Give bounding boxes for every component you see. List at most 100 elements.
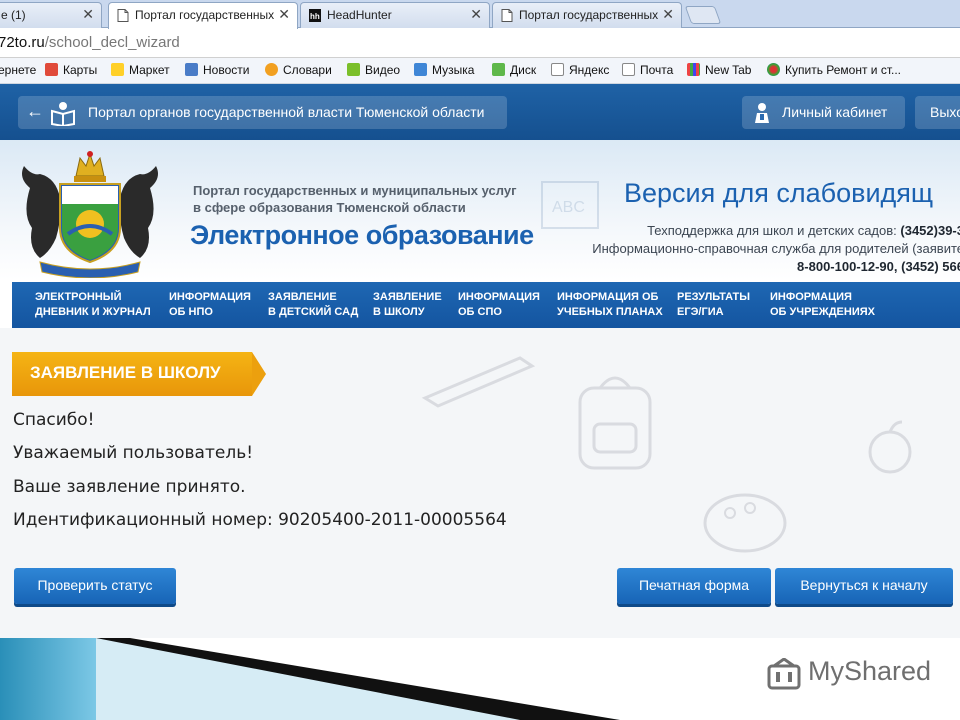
tab-title: Портал государственных xyxy=(135,8,275,22)
cabinet-label: Личный кабинет xyxy=(782,104,888,120)
browser-tab-bar: е (1) ✕ Портал государственных ✕ hh Head… xyxy=(0,0,960,29)
user-icon xyxy=(755,103,769,123)
disk-icon xyxy=(492,63,505,76)
low-vision-link[interactable]: Версия для слабовидящ xyxy=(624,178,933,209)
portal-title: Портал органов государственной власти Тю… xyxy=(88,104,485,120)
nav-label: ДНЕВНИК И ЖУРНАЛ xyxy=(35,306,151,318)
main-content: ЗАЯВЛЕНИЕ В ШКОЛУ Спасибо! Уважаемый пол… xyxy=(0,328,960,638)
nav-label: ЭЛЕКТРОННЫЙ xyxy=(35,291,122,303)
arrow-left-icon: ← xyxy=(26,101,44,121)
close-icon[interactable]: ✕ xyxy=(470,6,482,23)
tab-title: Портал государственных xyxy=(519,8,659,22)
check-status-button[interactable]: Проверить статус xyxy=(14,568,176,604)
nav-label: ИНФОРМАЦИЯ xyxy=(458,291,540,303)
bookmark-label: ернете xyxy=(0,63,37,77)
video-icon xyxy=(347,63,360,76)
exit-label: Выхо xyxy=(930,104,960,120)
exit-button[interactable]: Выхо xyxy=(915,96,960,129)
news-icon xyxy=(185,63,198,76)
nav-label: В ШКОЛУ xyxy=(373,306,425,318)
bookmark-label: Маркет xyxy=(129,63,170,77)
portal-home-link[interactable]: ← Портал органов государственной власти … xyxy=(18,96,507,129)
bookmark-music[interactable]: Музыка xyxy=(414,63,474,77)
back-to-start-button[interactable]: Вернуться к началу xyxy=(775,568,953,604)
browser-tab[interactable]: е (1) ✕ xyxy=(0,2,102,28)
thanks-text: Спасибо! xyxy=(13,410,95,430)
myshared-logo-icon xyxy=(767,658,801,690)
nav-item-exam-results[interactable]: РЕЗУЛЬТАТЫ ЕГЭ/ГИА xyxy=(677,290,750,320)
support-info: Техподдержка для школ и детских садов: (… xyxy=(592,222,960,276)
nav-label: ИНФОРМАЦИЯ xyxy=(169,291,251,303)
nav-item-curricula-info[interactable]: ИНФОРМАЦИЯ ОБ УЧЕБНЫХ ПЛАНАХ xyxy=(557,290,663,320)
site-header: ABC Портал государственных и муниципальн… xyxy=(0,140,960,280)
nav-item-institutions-info[interactable]: ИНФОРМАЦИЯ ОБ УЧРЕЖДЕНИЯХ xyxy=(770,290,875,320)
bookmark-internet[interactable]: ернете xyxy=(0,63,36,77)
nav-label: ОБ НПО xyxy=(169,306,213,318)
site-subtitle: Портал государственных и муниципальных у… xyxy=(193,182,517,216)
market-icon xyxy=(111,63,124,76)
nav-item-kindergarten-application[interactable]: ЗАЯВЛЕНИЕ В ДЕТСКИЙ САД xyxy=(268,290,358,320)
support-line: Информационно-справочная служба для роди… xyxy=(592,241,960,256)
bookmark-market[interactable]: Маркет xyxy=(111,63,170,77)
close-icon[interactable]: ✕ xyxy=(82,6,94,23)
bookmark-news[interactable]: Новости xyxy=(185,63,249,77)
nav-label: ЗАЯВЛЕНИЕ xyxy=(268,291,337,303)
nav-label: ИНФОРМАЦИЯ xyxy=(770,291,852,303)
browser-tab[interactable]: hh HeadHunter ✕ xyxy=(300,2,490,28)
browser-tab-active[interactable]: Портал государственных ✕ xyxy=(108,2,298,29)
site-brand-title[interactable]: Электронное образование xyxy=(190,220,534,251)
decorative-swoosh xyxy=(0,638,620,720)
print-form-button[interactable]: Печатная форма xyxy=(617,568,771,604)
url-host: 72to.ru xyxy=(0,34,45,51)
nav-label: УЧЕБНЫХ ПЛАНАХ xyxy=(557,306,663,318)
nav-item-school-application[interactable]: ЗАЯВЛЕНИЕ В ШКОЛУ xyxy=(373,290,442,320)
greeting-text: Уважаемый пользователь! xyxy=(13,443,254,463)
pencil-doodle-icon xyxy=(421,356,536,408)
close-icon[interactable]: ✕ xyxy=(662,6,674,23)
section-heading: ЗАЯВЛЕНИЕ В ШКОЛУ xyxy=(12,352,266,396)
browser-tab[interactable]: Портал государственных ✕ xyxy=(492,2,682,28)
close-icon[interactable]: ✕ xyxy=(278,6,290,23)
bookmark-label: New Tab xyxy=(705,63,752,77)
nav-label: ОБ СПО xyxy=(458,306,502,318)
page-icon xyxy=(551,63,564,76)
bookmark-disk[interactable]: Диск xyxy=(492,63,536,77)
bookmarks-bar: ернете Карты Маркет Новости Словари Виде… xyxy=(0,58,960,84)
bookmark-new-tab[interactable]: New Tab xyxy=(687,63,751,77)
new-tab-button[interactable] xyxy=(684,6,722,24)
bookmark-buy-repair[interactable]: Купить Ремонт и ст... xyxy=(767,63,901,77)
bookmark-maps[interactable]: Карты xyxy=(45,63,97,77)
bookmark-label: Карты xyxy=(63,63,98,77)
url-text[interactable]: 72to.ru/school_decl_wizard xyxy=(0,34,180,51)
personal-cabinet-button[interactable]: Личный кабинет xyxy=(742,96,905,129)
cluster-icon xyxy=(767,63,780,76)
nav-label: В ДЕТСКИЙ САД xyxy=(268,306,359,318)
nav-label: ОБ УЧРЕЖДЕНИЯХ xyxy=(770,306,875,318)
bookmark-yandex[interactable]: Яндекс xyxy=(551,63,609,77)
application-accepted-text: Ваше заявление принято. xyxy=(13,477,246,497)
url-path: /school_decl_wizard xyxy=(44,34,180,51)
bookmark-label: Видео xyxy=(365,63,401,77)
tab-title: HeadHunter xyxy=(327,8,392,22)
nav-label: ЗАЯВЛЕНИЕ xyxy=(373,291,442,303)
svg-text:hh: hh xyxy=(310,12,320,21)
apple-doodle-icon xyxy=(868,420,912,474)
bookmark-video[interactable]: Видео xyxy=(347,63,400,77)
support-phone: (3452)39-3 xyxy=(900,223,960,238)
site-subtitle-line: Портал государственных и муниципальных у… xyxy=(193,183,517,198)
page-icon xyxy=(117,9,129,22)
nav-item-electronic-diary[interactable]: ЭЛЕКТРОННЫЙ ДНЕВНИК И ЖУРНАЛ xyxy=(35,290,151,320)
coat-of-arms-logo[interactable] xyxy=(10,148,170,278)
bookmark-dictionaries[interactable]: Словари xyxy=(265,63,332,77)
bookmark-label: Словари xyxy=(283,63,332,77)
slide-footer: MyShared xyxy=(0,638,960,720)
address-bar[interactable]: 72to.ru/school_decl_wizard xyxy=(0,28,960,58)
bookmark-label: Новости xyxy=(203,63,250,77)
svg-text:ABC: ABC xyxy=(552,199,585,216)
bookmark-mail[interactable]: Почта xyxy=(622,63,673,77)
nav-item-npo-info[interactable]: ИНФОРМАЦИЯ ОБ НПО xyxy=(169,290,251,320)
book-icon xyxy=(51,102,75,126)
portal-top-bar: ← Портал органов государственной власти … xyxy=(0,84,960,140)
nav-item-spo-info[interactable]: ИНФОРМАЦИЯ ОБ СПО xyxy=(458,290,540,320)
palette-doodle-icon xyxy=(703,493,787,553)
